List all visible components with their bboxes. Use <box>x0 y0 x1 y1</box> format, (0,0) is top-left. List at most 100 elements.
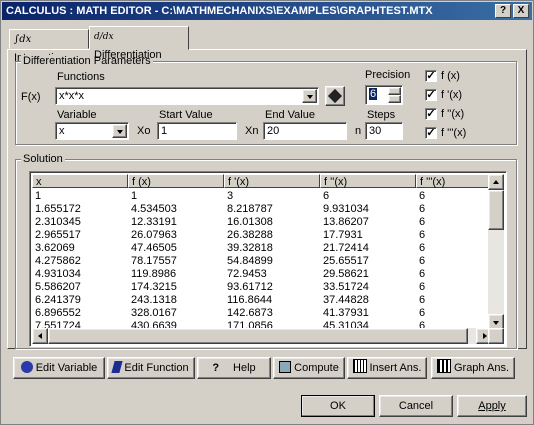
compute-label: Compute <box>294 362 339 374</box>
table-cell: 6 <box>419 281 426 293</box>
header-x[interactable]: x <box>32 174 128 188</box>
table-header: x f (x) f '(x) f ''(x) f '''(x) <box>32 174 502 188</box>
checkbox-f2-label: f ''(x) <box>441 108 465 120</box>
table-cell: 8.218787 <box>227 203 273 215</box>
help-title-button[interactable]: ? <box>495 4 511 18</box>
start-value-input[interactable]: 1 <box>157 122 237 140</box>
graph-icon <box>436 359 451 373</box>
table-cell: 9.931034 <box>323 203 369 215</box>
functions-label: Functions <box>57 71 105 83</box>
edit-variable-label: Edit Variable <box>35 362 98 374</box>
table-cell: 2.310345 <box>35 216 81 228</box>
cancel-label: Cancel <box>398 400 434 412</box>
table-cell: 1.655172 <box>35 203 81 215</box>
close-title-button[interactable]: X <box>513 4 529 18</box>
edit-function-button[interactable]: Edit Function <box>107 357 195 379</box>
table-cell: 243.1318 <box>131 294 177 306</box>
header-f2[interactable]: f ''(x) <box>320 174 416 188</box>
scroll-left-button[interactable] <box>32 328 48 344</box>
tab-differentiation[interactable]: d/dx Differentiation <box>89 26 189 61</box>
table-cell: 39.32818 <box>227 242 273 254</box>
integral-icon: ∫dx <box>14 34 32 45</box>
table-row[interactable]: 1.655172 4.534503 8.218787 9.931034 6 <box>32 203 494 216</box>
table-row[interactable]: 5.586207 174.3215 93.61712 33.51724 6 <box>32 281 494 294</box>
table-row[interactable]: 4.931034 119.8986 72.9453 29.58621 6 <box>32 268 494 281</box>
apply-button[interactable]: Apply <box>457 395 527 417</box>
checkbox-fx[interactable]: ✓ <box>425 70 437 82</box>
table-cell: 16.01308 <box>227 216 273 228</box>
checkbox-f3[interactable]: ✓ <box>425 127 437 139</box>
function-dropdown-button[interactable] <box>302 89 317 103</box>
table-cell: 6 <box>419 190 426 202</box>
ok-button[interactable]: OK <box>301 395 375 417</box>
precision-up-button[interactable] <box>388 87 401 95</box>
table-cell: 47.46505 <box>131 242 177 254</box>
table-row[interactable]: 6.896552 328.0167 142.6873 41.37931 6 <box>32 307 494 320</box>
checkbox-f2[interactable]: ✓ <box>425 108 437 120</box>
insert-answer-label: Insert Ans. <box>369 362 422 374</box>
table-cell: 37.44828 <box>323 294 369 306</box>
table-cell: 328.0167 <box>131 307 177 319</box>
table-cell: 26.38288 <box>227 229 273 241</box>
tab-integration[interactable]: ∫dx Integration <box>9 29 89 64</box>
solution-table[interactable]: x f (x) f '(x) f ''(x) f '''(x) 1 1 3 6 6 1.6… <box>29 171 507 347</box>
table-cell: 1 <box>35 190 42 202</box>
diamond-icon <box>327 88 343 104</box>
table-cell: 6.241379 <box>35 294 81 306</box>
compute-button[interactable]: Compute <box>273 357 345 379</box>
checkbox-fx-label: f (x) <box>441 70 460 82</box>
table-cell: 1 <box>131 190 138 202</box>
scroll-up-button[interactable] <box>488 174 504 190</box>
variable-combo[interactable]: x <box>55 122 129 140</box>
table-cell: 142.6873 <box>227 307 273 319</box>
question-icon: ? <box>212 362 220 374</box>
variable-dropdown-button[interactable] <box>112 124 127 138</box>
steps-value: 30 <box>369 125 382 137</box>
table-row[interactable]: 2.965517 26.07963 26.38288 17.7931 6 <box>32 229 494 242</box>
steps-label: Steps <box>367 109 396 121</box>
table-row[interactable]: 3.62069 47.46505 39.32818 21.72414 6 <box>32 242 494 255</box>
function-value: x*x*x <box>59 90 85 102</box>
precision-spinner[interactable]: 6 <box>365 85 403 105</box>
edit-variable-button[interactable]: Edit Variable <box>13 357 105 379</box>
insert-answer-button[interactable]: Insert Ans. <box>347 357 427 379</box>
checkbox-f1[interactable]: ✓ <box>425 89 437 101</box>
xn-label: Xn <box>245 125 259 137</box>
table-row[interactable]: 2.310345 12.33191 16.01308 13.86207 6 <box>32 216 494 229</box>
table-cell: 4.534503 <box>131 203 177 215</box>
vertical-scrollbar[interactable] <box>488 174 504 330</box>
table-cell: 5.586207 <box>35 281 81 293</box>
cancel-button[interactable]: Cancel <box>379 395 453 417</box>
graph-answer-button[interactable]: Graph Ans. <box>431 357 515 379</box>
table-cell: 6 <box>323 190 330 202</box>
header-f1[interactable]: f '(x) <box>224 174 320 188</box>
table-cell: 2.965517 <box>35 229 81 241</box>
function-editor-button[interactable] <box>325 86 345 106</box>
scroll-corner <box>488 328 504 344</box>
table-cell: 6 <box>419 229 426 241</box>
help-button[interactable]: ? Help <box>197 357 271 379</box>
precision-down-button[interactable] <box>388 95 401 103</box>
table-row[interactable]: 6.241379 243.1318 116.8644 37.44828 6 <box>32 294 494 307</box>
table-cell: 116.8644 <box>227 294 273 306</box>
header-f3[interactable]: f '''(x) <box>416 174 492 188</box>
chevron-right-icon <box>483 333 487 339</box>
table-row[interactable]: 1 1 3 6 6 <box>32 190 494 203</box>
table-row[interactable]: 4.275862 78.17557 54.84899 25.65517 6 <box>32 255 494 268</box>
steps-input[interactable]: 30 <box>365 122 403 140</box>
table-cell: 6 <box>419 307 426 319</box>
header-fx[interactable]: f (x) <box>128 174 224 188</box>
table-cell: 3 <box>227 190 234 202</box>
horizontal-scroll-thumb[interactable] <box>48 328 468 344</box>
fx-label: F(x) <box>21 91 41 103</box>
insert-icon <box>352 359 367 373</box>
calculus-window: CALCULUS : MATH EDITOR - C:\MATHMECHANIX… <box>0 0 534 425</box>
function-icon <box>111 361 123 373</box>
precision-value: 6 <box>369 88 378 100</box>
variable-icon <box>20 361 33 373</box>
horizontal-scrollbar[interactable] <box>32 328 492 344</box>
vertical-scroll-thumb[interactable] <box>488 190 504 230</box>
function-combo[interactable]: x*x*x <box>55 87 319 105</box>
end-value-input[interactable]: 20 <box>263 122 347 140</box>
table-cell: 29.58621 <box>323 268 369 280</box>
